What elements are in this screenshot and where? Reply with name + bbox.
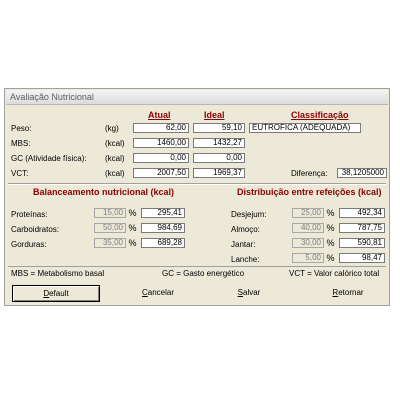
spin-updown-icon[interactable]: % — [128, 238, 137, 248]
nutrition-assessment-window: Avaliação Nutricional Atual Ideal Classi… — [4, 88, 390, 306]
legend-gc: GC = Gasto energético — [162, 269, 245, 278]
row-label-peso: Peso: — [11, 124, 32, 133]
meal-label-desjejum: Desjejum: — [231, 210, 267, 219]
cancelar-button-label: ancelar — [147, 288, 175, 297]
spin-updown-icon[interactable]: % — [128, 208, 137, 218]
legend-vct: VCT = Valor calórico total — [289, 269, 380, 278]
legend-separator — [8, 266, 386, 267]
almoco-kcal-field[interactable]: 787,75 — [339, 223, 385, 233]
spin-updown-icon[interactable]: % — [326, 208, 335, 218]
desjejum-pct-field[interactable]: 25,00 — [292, 208, 324, 218]
spin-updown-icon[interactable]: % — [326, 238, 335, 248]
lanche-kcal-field[interactable]: 98,47 — [339, 253, 385, 263]
proteinas-kcal-field[interactable]: 295,41 — [141, 208, 185, 218]
spin-updown-icon[interactable]: % — [326, 223, 335, 233]
row-unit-mbs: (kcal) — [105, 139, 125, 148]
meal-label-jantar: Jantar: — [231, 240, 256, 249]
vct-ideal-field[interactable]: 1969,37 — [193, 168, 245, 178]
almoco-pct-field[interactable]: 40,00 — [292, 223, 324, 233]
balance-label-proteinas: Proteínas: — [11, 210, 48, 219]
mbs-ideal-field[interactable]: 1432,27 — [193, 138, 245, 148]
desjejum-kcal-field[interactable]: 492,34 — [339, 208, 385, 218]
spin-updown-icon[interactable]: % — [128, 223, 137, 233]
difference-label: Diferença: — [291, 169, 328, 178]
retornar-button[interactable]: Retornar — [315, 285, 381, 302]
cancelar-button[interactable]: Cancelar — [125, 285, 191, 302]
gorduras-pct-field[interactable]: 35,00 — [94, 238, 126, 248]
gorduras-kcal-field[interactable]: 689,28 — [141, 238, 185, 248]
gc-atual-field[interactable]: 0,00 — [133, 153, 189, 163]
legend-mbs: MBS = Metabolismo basal — [11, 269, 105, 278]
salvar-button[interactable]: Salvar — [219, 285, 279, 302]
meal-label-lanche: Lanche: — [231, 255, 260, 264]
gc-ideal-field[interactable]: 0,00 — [193, 153, 245, 163]
row-label-vct: VCT: — [11, 169, 29, 178]
row-label-gc: GC (Atividade física): — [11, 154, 87, 163]
header-atual: Atual — [148, 110, 171, 120]
header-ideal: Ideal — [204, 110, 225, 120]
carboidratos-pct-field[interactable]: 50,00 — [94, 223, 126, 233]
window-title: Avaliação Nutricional — [10, 92, 94, 102]
balance-label-gorduras: Gorduras: — [11, 240, 47, 249]
spin-updown-icon[interactable]: % — [326, 253, 335, 263]
row-unit-vct: (kcal) — [105, 169, 125, 178]
meal-label-almoco: Almoço: — [231, 225, 260, 234]
peso-atual-field[interactable]: 62,00 — [133, 123, 189, 133]
retornar-button-label: etornar — [338, 288, 364, 297]
jantar-kcal-field[interactable]: 590,81 — [339, 238, 385, 248]
carboidratos-kcal-field[interactable]: 984,69 — [141, 223, 185, 233]
lanche-pct-field[interactable]: 5,00 — [292, 253, 324, 263]
row-unit-peso: (kg) — [105, 124, 119, 133]
peso-ideal-field[interactable]: 59,10 — [193, 123, 245, 133]
default-button[interactable]: Default — [12, 285, 100, 302]
default-button-label: efault — [49, 289, 69, 298]
salvar-button-label: alvar — [243, 288, 261, 297]
row-label-mbs: MBS: — [11, 139, 31, 148]
meals-title: Distribuição entre refeições (kcal) — [237, 187, 382, 197]
classification-field[interactable]: EUTRÓFICA (ADEQUADA) — [249, 123, 361, 133]
vct-atual-field[interactable]: 2007,50 — [133, 168, 189, 178]
title-bar: Avaliação Nutricional — [6, 90, 388, 105]
row-unit-gc: (kcal) — [105, 154, 125, 163]
separator-highlight — [8, 184, 386, 185]
balance-label-carboidratos: Carboidratos: — [11, 225, 60, 234]
difference-field[interactable]: 38,1205000 — [337, 168, 387, 178]
balance-title: Balanceamento nutricional (kcal) — [33, 187, 175, 197]
jantar-pct-field[interactable]: 30,00 — [292, 238, 324, 248]
mbs-atual-field[interactable]: 1460,00 — [133, 138, 189, 148]
proteinas-pct-field[interactable]: 15,00 — [94, 208, 126, 218]
header-classificacao: Classificação — [291, 110, 349, 120]
